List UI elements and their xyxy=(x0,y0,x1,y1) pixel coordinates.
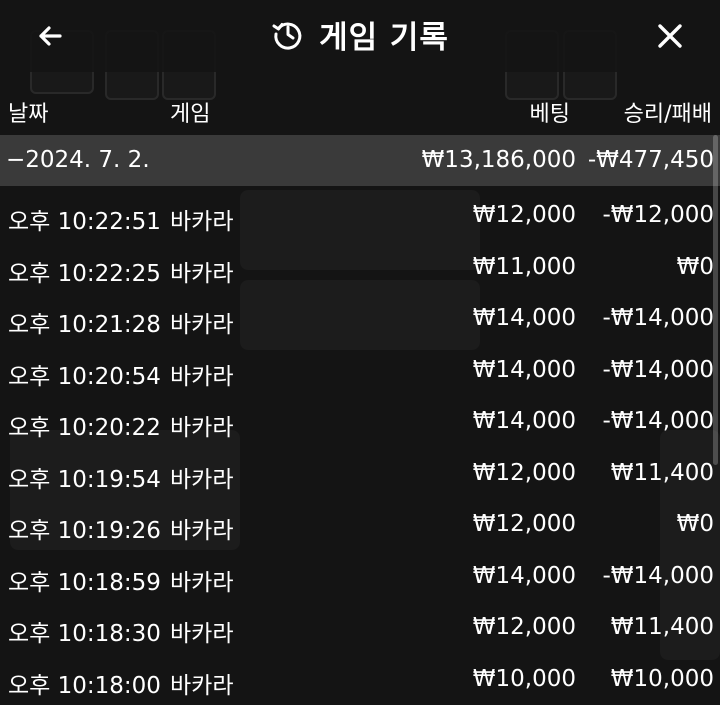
history-row[interactable]: 오후 10:18:59 바카라 ₩14,000 -₩14,000 xyxy=(0,551,720,603)
row-time: 오후 10:20:22 xyxy=(8,408,161,442)
close-button[interactable] xyxy=(642,8,698,64)
row-game: 바카라 xyxy=(170,460,233,494)
row-bet: ₩12,000 xyxy=(473,614,576,640)
column-header-date: 날짜 xyxy=(8,96,48,128)
row-game: 바카라 xyxy=(170,511,233,545)
history-row[interactable]: 오후 10:22:51 바카라 ₩12,000 -₩12,000 xyxy=(0,190,720,242)
date-summary-row[interactable]: −2024. 7. 2. ₩13,186,000 -₩477,450 xyxy=(0,135,720,186)
row-game: 바카라 xyxy=(170,357,233,391)
row-bet: ₩14,000 xyxy=(473,305,576,331)
column-header-result: 승리/패배 xyxy=(624,96,712,128)
row-time: 오후 10:22:51 xyxy=(8,202,161,236)
row-bet: ₩12,000 xyxy=(473,202,576,228)
title-text: 게임 기록 xyxy=(319,12,449,57)
row-time: 오후 10:19:26 xyxy=(8,511,161,545)
row-time: 오후 10:21:28 xyxy=(8,305,161,339)
row-bet: ₩14,000 xyxy=(473,408,576,434)
row-result: -₩14,000 xyxy=(602,563,714,589)
row-result: ₩10,000 xyxy=(611,666,714,692)
row-bet: ₩10,000 xyxy=(473,666,576,692)
header-bar: 게임 기록 xyxy=(0,0,720,72)
history-row[interactable]: 오후 10:21:28 바카라 ₩14,000 -₩14,000 xyxy=(0,293,720,345)
row-bet: ₩14,000 xyxy=(473,357,576,383)
row-game: 바카라 xyxy=(170,305,233,339)
row-game: 바카라 xyxy=(170,666,233,700)
history-row[interactable]: 오후 10:22:25 바카라 ₩11,000 ₩0 xyxy=(0,242,720,294)
summary-result-total: -₩477,450 xyxy=(588,147,714,173)
history-row[interactable]: 오후 10:19:54 바카라 ₩12,000 ₩11,400 xyxy=(0,448,720,500)
row-time: 오후 10:22:25 xyxy=(8,254,161,288)
column-header-game: 게임 xyxy=(170,96,210,128)
history-clock-icon xyxy=(271,17,305,51)
summary-date: −2024. 7. 2. xyxy=(6,147,150,173)
row-bet: ₩14,000 xyxy=(473,563,576,589)
row-result: -₩14,000 xyxy=(602,408,714,434)
row-bet: ₩12,000 xyxy=(473,460,576,486)
close-icon xyxy=(654,20,686,52)
page-title: 게임 기록 xyxy=(0,0,720,68)
scrollbar[interactable] xyxy=(713,135,718,465)
row-result: -₩12,000 xyxy=(602,202,714,228)
row-game: 바카라 xyxy=(170,254,233,288)
row-time: 오후 10:18:00 xyxy=(8,666,161,700)
row-result: ₩0 xyxy=(677,511,714,537)
history-row[interactable]: 오후 10:18:30 바카라 ₩12,000 ₩11,400 xyxy=(0,602,720,654)
row-time: 오후 10:18:30 xyxy=(8,614,161,648)
row-result: ₩0 xyxy=(677,254,714,280)
row-time: 오후 10:20:54 xyxy=(8,357,161,391)
row-result: ₩11,400 xyxy=(611,614,714,640)
column-header-bet: 베팅 xyxy=(530,96,570,128)
row-time: 오후 10:18:59 xyxy=(8,563,161,597)
row-game: 바카라 xyxy=(170,408,233,442)
row-game: 바카라 xyxy=(170,563,233,597)
row-game: 바카라 xyxy=(170,614,233,648)
history-list: 오후 10:22:51 바카라 ₩12,000 -₩12,000 오후 10:2… xyxy=(0,190,720,705)
history-row[interactable]: 오후 10:20:54 바카라 ₩14,000 -₩14,000 xyxy=(0,345,720,397)
history-row[interactable]: 오후 10:19:26 바카라 ₩12,000 ₩0 xyxy=(0,499,720,551)
row-result: ₩11,400 xyxy=(611,460,714,486)
summary-bet-total: ₩13,186,000 xyxy=(422,147,576,173)
row-result: -₩14,000 xyxy=(602,305,714,331)
row-time: 오후 10:19:54 xyxy=(8,460,161,494)
column-headers: 날짜 게임 베팅 승리/패배 xyxy=(0,80,720,134)
history-row[interactable]: 오후 10:18:00 바카라 ₩10,000 ₩10,000 xyxy=(0,654,720,705)
history-row[interactable]: 오후 10:20:22 바카라 ₩14,000 -₩14,000 xyxy=(0,396,720,448)
row-game: 바카라 xyxy=(170,202,233,236)
row-bet: ₩12,000 xyxy=(473,511,576,537)
row-result: -₩14,000 xyxy=(602,357,714,383)
row-bet: ₩11,000 xyxy=(473,254,576,280)
